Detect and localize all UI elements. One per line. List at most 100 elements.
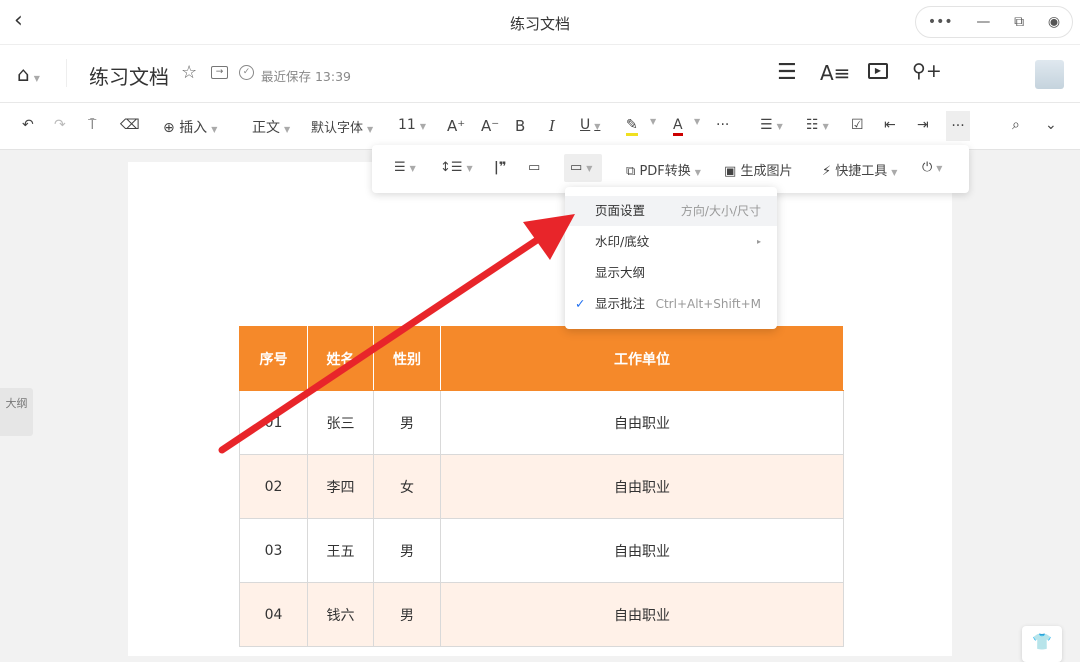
table-header-row: 序号 姓名 性别 工作单位 (239, 326, 844, 391)
style-label: 正文 (252, 120, 280, 136)
collapse-chevron-icon[interactable]: ⌄ (1045, 117, 1057, 133)
table-row: 01 张三男自由职业 (239, 390, 844, 455)
saved-check-icon: ✓ (239, 65, 254, 80)
underline-label: U (580, 117, 591, 133)
generate-image-button[interactable]: ▣ 生成图片 (724, 160, 792, 179)
header-cell: 序号 (239, 326, 308, 391)
more-icon[interactable]: ••• (928, 14, 953, 30)
numbered-list-icon[interactable]: ☷ ▼ (806, 117, 829, 133)
skin-shirt-icon[interactable]: 👕 (1022, 626, 1062, 662)
pdf-convert-button[interactable]: ⧉ PDF转换 ▼ (626, 160, 701, 179)
image-label: 生成图片 (740, 164, 793, 179)
cell[interactable]: 01 (239, 390, 308, 455)
cell[interactable]: 自由职业 (440, 390, 844, 455)
record-icon[interactable]: ◉ (1048, 14, 1060, 30)
present-icon[interactable]: ▶ (868, 63, 888, 79)
eraser-icon[interactable]: ⌫ (120, 117, 140, 133)
cell[interactable]: 03 (239, 518, 308, 583)
font-select[interactable]: 默认字体 ▼ (311, 117, 373, 136)
table-row: 02 李四女自由职业 (239, 454, 844, 519)
menu-hint: 方向/大小/尺寸 (680, 204, 761, 218)
minimize-icon[interactable]: — (976, 14, 990, 30)
size-label: 11 (398, 117, 416, 133)
menu-item-page-setup[interactable]: 页面设置 方向/大小/尺寸 (565, 196, 777, 226)
redo-icon[interactable]: ↷ (54, 117, 66, 133)
paragraph-style-select[interactable]: 正文 ▼ (252, 117, 290, 137)
page-layout-button[interactable]: ▭ ▼ (564, 154, 602, 182)
menu-label: 显示大纲 (595, 265, 646, 280)
pdf-label: PDF转换 (639, 164, 691, 179)
undo-icon[interactable]: ↶ (22, 117, 34, 133)
decrease-font-icon[interactable]: A⁻ (481, 117, 499, 135)
quick-tools-label: 快捷工具 (835, 164, 888, 179)
font-label: 默认字体 (311, 121, 364, 136)
line-spacing-icon[interactable]: ↕☰ ▼ (440, 160, 473, 175)
page-layout-menu: 页面设置 方向/大小/尺寸 水印/底纹 ▸ 显示大纲 ✓ 显示批注 Ctrl+Alt+S… (565, 187, 777, 329)
menu-shortcut: Ctrl+Alt+Shift+M (655, 297, 761, 311)
cell[interactable]: 04 (239, 582, 308, 647)
menu-icon[interactable]: ☰ (777, 60, 797, 85)
plugin-icon[interactable]: ⏻ ▼ (922, 160, 942, 175)
block-icon[interactable]: ▭ (528, 160, 540, 175)
floating-toolbar: ☰ ▼ ↕☰ ▼ |❞ ▭ ▭ ▼ ⧉ PDF转换 ▼ ▣ 生成图片 ⚡ 快捷工具 ▼ ⏻… (372, 145, 969, 193)
cell[interactable]: 02 (239, 454, 308, 519)
quick-tools-button[interactable]: ⚡ 快捷工具 ▼ (822, 160, 897, 179)
insert-label: 插入 (179, 120, 208, 136)
home-icon[interactable]: ⌂ ▼ (17, 62, 40, 86)
cell[interactable]: 自由职业 (440, 518, 844, 583)
cell[interactable]: 女 (373, 454, 441, 519)
cell[interactable]: 男 (373, 582, 441, 647)
menu-item-show-outline[interactable]: 显示大纲 (565, 258, 777, 288)
check-icon: ✓ (575, 296, 586, 311)
menu-item-show-comments[interactable]: ✓ 显示批注 Ctrl+Alt+Shift+M (565, 289, 777, 319)
header-cell: 工作单位 (440, 326, 844, 391)
cell[interactable]: 自由职业 (440, 454, 844, 519)
increase-font-icon[interactable]: A⁺ (447, 117, 465, 135)
menu-label: 水印/底纹 (595, 234, 650, 249)
search-icon[interactable]: ⌕ (1012, 117, 1020, 133)
move-folder-icon[interactable]: → (211, 66, 228, 79)
doc-title[interactable]: 练习文档 (89, 61, 169, 90)
cell[interactable]: 张三 (307, 390, 374, 455)
cell[interactable]: 王五 (307, 518, 374, 583)
title-bar: ‹ 练习文档 ••• — ⧉ ◉ (0, 0, 1080, 45)
align-icon[interactable]: ☰ ▼ (394, 160, 416, 175)
menu-item-watermark[interactable]: 水印/底纹 ▸ (565, 227, 777, 257)
highlight-icon[interactable]: ✎ (626, 117, 638, 136)
menu-label: 页面设置 (595, 203, 646, 218)
star-icon[interactable]: ☆ (181, 62, 197, 83)
table-row: 03 王五男自由职业 (239, 518, 844, 583)
header-cell: 性别 (373, 326, 441, 391)
doc-header: ⌂▼ 练习文档 ☆ → ✓ 最近保存 13:39 ☰ A≡ ▶ ⚲+ 分享 (0, 45, 1080, 133)
cell[interactable]: 自由职业 (440, 582, 844, 647)
more-format-button[interactable]: ··· (716, 117, 729, 133)
plus-circle-icon: ⊕ (163, 120, 175, 136)
bullet-list-icon[interactable]: ☰ ▼ (760, 117, 783, 133)
checklist-icon[interactable]: ☑ (851, 117, 864, 133)
insert-button[interactable]: ⊕ 插入 ▼ (163, 117, 217, 137)
indent-icon[interactable]: ⇥ (917, 117, 929, 133)
quote-icon[interactable]: |❞ (494, 160, 506, 175)
italic-button[interactable]: I (549, 117, 555, 135)
cell[interactable]: 李四 (307, 454, 374, 519)
bold-button[interactable]: B (515, 117, 525, 135)
avatar[interactable] (1035, 60, 1064, 89)
header-cell: 姓名 (307, 326, 374, 391)
restore-icon[interactable]: ⧉ (1014, 14, 1024, 30)
outline-tab[interactable]: 大纲 (0, 388, 33, 436)
cell[interactable]: 男 (373, 390, 441, 455)
cell[interactable]: 男 (373, 518, 441, 583)
table-row: 04 钱六男自由职业 (239, 582, 844, 647)
underline-button[interactable]: U ▼ (580, 117, 600, 133)
add-collaborator-icon[interactable]: ⚲+ (912, 60, 942, 82)
cell[interactable]: 钱六 (307, 582, 374, 647)
font-size-select[interactable]: 11 ▼ (398, 117, 426, 133)
outdent-icon[interactable]: ⇤ (884, 117, 896, 133)
text-style-icon[interactable]: A≡ (820, 61, 850, 85)
lightning-icon: ⚡ (822, 164, 832, 179)
menu-label: 显示批注 (595, 296, 646, 311)
format-painter-icon[interactable]: ⍑ (88, 117, 96, 133)
submenu-arrow-icon: ▸ (756, 237, 761, 246)
font-color-icon[interactable]: A (673, 117, 683, 136)
more-tools-button[interactable]: ··· (946, 111, 970, 141)
